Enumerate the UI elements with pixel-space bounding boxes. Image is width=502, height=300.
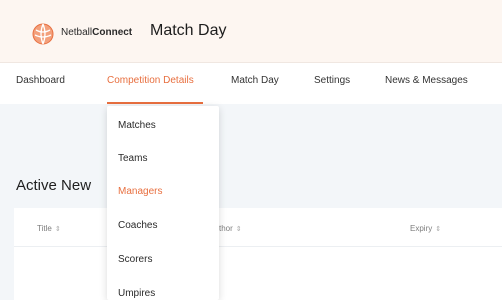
brand-name[interactable]: NetballConnect xyxy=(61,27,132,38)
menu-item-scorers[interactable]: Scorers xyxy=(118,254,152,265)
nav-news-messages[interactable]: News & Messages xyxy=(385,75,468,86)
sort-icon[interactable]: ⇕ xyxy=(236,226,242,233)
nav-match-day[interactable]: Match Day xyxy=(231,75,279,86)
section-title: Active New xyxy=(16,177,92,194)
column-expiry-label: Expiry xyxy=(410,224,433,233)
nav-settings[interactable]: Settings xyxy=(314,75,350,86)
menu-item-matches[interactable]: Matches xyxy=(118,120,156,131)
menu-item-umpires[interactable]: Umpires xyxy=(118,288,155,299)
brand-prefix: Netball xyxy=(61,27,93,38)
competition-details-menu: Matches Teams Managers Coaches Scorers U… xyxy=(107,106,219,300)
menu-item-managers[interactable]: Managers xyxy=(118,186,162,197)
column-author-label: thor xyxy=(219,224,233,233)
sort-icon[interactable]: ⇕ xyxy=(55,226,61,233)
menu-item-teams[interactable]: Teams xyxy=(118,153,147,164)
sort-icon[interactable]: ⇕ xyxy=(435,226,441,233)
netball-icon[interactable] xyxy=(32,23,54,45)
nav-competition-details[interactable]: Competition Details xyxy=(107,75,194,86)
page-title: Match Day xyxy=(150,22,227,39)
column-header-expiry[interactable]: Expiry ⇕ xyxy=(410,224,441,233)
column-header-author[interactable]: thor ⇕ xyxy=(219,224,242,233)
column-header-title[interactable]: Title ⇕ xyxy=(37,224,61,233)
brand-suffix: Connect xyxy=(92,27,133,38)
nav-dashboard[interactable]: Dashboard xyxy=(16,75,65,86)
main-nav: Dashboard Competition Details Match Day … xyxy=(0,63,502,103)
column-title-label: Title xyxy=(37,224,52,233)
menu-item-coaches[interactable]: Coaches xyxy=(118,220,157,231)
app-header: NetballConnect Match Day xyxy=(0,0,502,63)
